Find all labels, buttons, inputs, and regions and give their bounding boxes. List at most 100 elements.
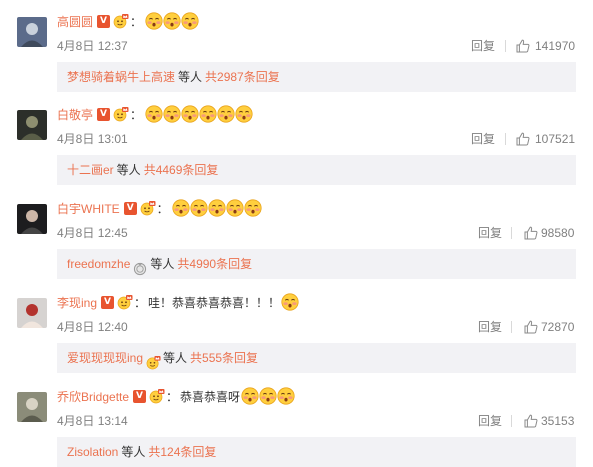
thumbs-up-icon[interactable]: [524, 320, 538, 334]
verified-badge-icon: V: [97, 14, 111, 28]
avatar[interactable]: [17, 17, 47, 47]
thumbs-up-icon[interactable]: [524, 226, 538, 240]
crown-badge-icon: [146, 351, 161, 370]
comment-username[interactable]: 乔欣Bridgette: [57, 388, 129, 405]
sub-reply-username[interactable]: freedomzhe: [67, 249, 130, 279]
reply-button[interactable]: 回复: [471, 38, 495, 54]
blushing-face-icon: [244, 199, 262, 217]
like-count: 72870: [541, 320, 575, 334]
crown-badge-icon: [149, 388, 165, 404]
sub-reply-count-link[interactable]: 共124条回复: [148, 437, 216, 467]
sub-reply-label: 等人: [121, 445, 146, 459]
colon: ：: [134, 295, 147, 310]
sub-reply-label: 等人: [163, 351, 188, 365]
sub-reply-count-link[interactable]: 共555条回复: [190, 343, 258, 373]
blushing-face-icon: [281, 293, 299, 311]
blushing-face-icon: [241, 387, 259, 405]
colon: ：: [156, 201, 169, 216]
comment-content: 白敬亭 V ：: [57, 105, 253, 123]
like-count: 107521: [535, 132, 576, 146]
sub-replies-box[interactable]: freedomzhe 等人 共4990条回复: [57, 249, 576, 279]
avatar[interactable]: [17, 110, 47, 140]
avatar[interactable]: [17, 298, 47, 328]
divider: [511, 415, 512, 427]
sub-reply-count-link[interactable]: 共4990条回复: [177, 249, 252, 279]
divider: [505, 133, 506, 145]
verified-badge-icon: V: [97, 107, 111, 121]
comment-date: 4月8日: [57, 414, 95, 428]
blushing-face-icon: [181, 12, 199, 30]
blushing-face-icon: [208, 199, 226, 217]
blushing-face-icon: [181, 105, 199, 123]
thumbs-up-icon[interactable]: [524, 414, 538, 428]
blushing-face-icon: [190, 199, 208, 217]
sub-reply-count-link[interactable]: 共2987条回复: [205, 62, 280, 92]
sub-reply-username[interactable]: Zisolation: [67, 437, 118, 467]
reply-button[interactable]: 回复: [471, 131, 495, 147]
comment-time: 12:40: [97, 320, 128, 334]
comment-date: 4月8日: [57, 39, 95, 53]
medal-icon: [133, 257, 147, 276]
comment-username[interactable]: 白敬亭: [57, 106, 93, 123]
sub-reply-label: 等人: [116, 163, 141, 177]
like-count: 141970: [535, 39, 576, 53]
comment-date: 4月8日: [57, 132, 95, 146]
blushing-face-icon: [163, 105, 181, 123]
comment-content: 李现ing V ：哇！恭喜恭喜恭喜！！！: [57, 293, 299, 311]
comment-text: 哇！恭喜恭喜恭喜！！！: [148, 295, 281, 310]
reply-button[interactable]: 回复: [478, 225, 502, 241]
avatar[interactable]: [17, 204, 47, 234]
blushing-face-icon: [145, 105, 163, 123]
comment-username[interactable]: 李现ing: [57, 294, 97, 311]
blushing-face-icon: [145, 12, 163, 30]
blushing-face-icon: [199, 105, 217, 123]
blushing-face-icon: [163, 12, 181, 30]
blushing-face-icon: [277, 387, 295, 405]
sub-replies-box[interactable]: Zisolation 等人 共124条回复: [57, 437, 576, 467]
sub-reply-username[interactable]: 爱现现现现ing: [67, 343, 143, 373]
colon: ：: [130, 14, 143, 29]
sub-reply-username[interactable]: 梦想骑着蜗牛上高速: [67, 62, 175, 92]
blushing-face-icon: [226, 199, 244, 217]
sub-reply-label: 等人: [178, 70, 203, 84]
comment-time: 12:45: [97, 226, 128, 240]
divider: [511, 227, 512, 239]
comment-timestamp: 4月8日 13:14: [57, 413, 128, 429]
sub-reply-username[interactable]: 十二画er: [67, 155, 114, 185]
sub-replies-box[interactable]: 十二画er 等人 共4469条回复: [57, 155, 576, 185]
reply-button[interactable]: 回复: [478, 413, 502, 429]
comment-time: 12:37: [97, 39, 128, 53]
comment-content: 白宇WHITE V ：: [57, 199, 262, 217]
comment-date: 4月8日: [57, 226, 95, 240]
comment-username[interactable]: 白宇WHITE: [57, 200, 120, 217]
crown-badge-icon: [140, 200, 156, 216]
verified-badge-icon: V: [101, 295, 115, 309]
colon: ：: [130, 107, 143, 122]
sub-replies-box[interactable]: 爱现现现现ing 等人 共555条回复: [57, 343, 576, 373]
avatar[interactable]: [17, 392, 47, 422]
sub-reply-count-link[interactable]: 共4469条回复: [144, 155, 219, 185]
comment-timestamp: 4月8日 12:45: [57, 225, 128, 241]
divider: [511, 321, 512, 333]
comment-time: 13:14: [97, 414, 128, 428]
comment-time: 13:01: [97, 132, 128, 146]
verified-badge-icon: V: [123, 201, 137, 215]
comment-content: 高圆圆 V ：: [57, 12, 199, 30]
thumbs-up-icon[interactable]: [516, 132, 530, 146]
sub-replies-box[interactable]: 梦想骑着蜗牛上高速 等人 共2987条回复: [57, 62, 576, 92]
comment-username[interactable]: 高圆圆: [57, 13, 93, 30]
crown-badge-icon: [113, 106, 129, 122]
thumbs-up-icon[interactable]: [516, 39, 530, 53]
like-count: 98580: [541, 226, 575, 240]
blushing-face-icon: [259, 387, 277, 405]
sub-reply-label: 等人: [150, 257, 175, 271]
comment-date: 4月8日: [57, 320, 95, 334]
blushing-face-icon: [172, 199, 190, 217]
crown-badge-icon: [113, 13, 129, 29]
crown-badge-icon: [117, 294, 133, 310]
verified-badge-icon: V: [133, 389, 147, 403]
divider: [505, 40, 506, 52]
comment-content: 乔欣Bridgette V ：恭喜恭喜呀: [57, 387, 295, 405]
reply-button[interactable]: 回复: [478, 319, 502, 335]
like-count: 35153: [541, 414, 575, 428]
